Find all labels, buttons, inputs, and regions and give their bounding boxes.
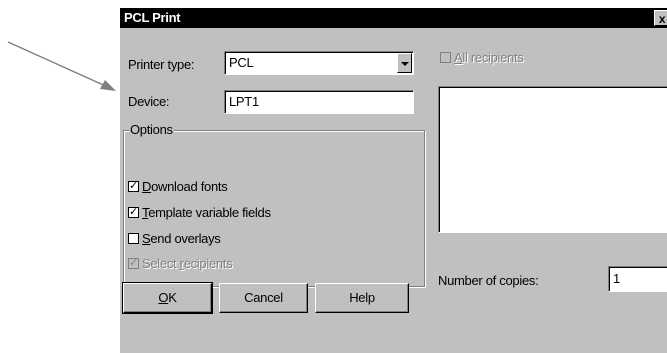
checkbox-box: ✓ xyxy=(128,257,139,269)
printer-type-select[interactable]: PCL xyxy=(224,51,414,75)
all-recipients-label: All recipients xyxy=(454,50,524,65)
copies-value: 1 xyxy=(613,271,620,286)
dialog-title: PCL Print xyxy=(124,10,181,25)
options-title: Options xyxy=(129,122,174,137)
printer-type-label: Printer type: xyxy=(128,57,195,72)
ok-button[interactable]: OK xyxy=(122,282,213,314)
device-value: LPT1 xyxy=(229,94,259,109)
checkbox-box xyxy=(440,52,451,63)
pcl-print-dialog: PCL Print x Printer type: PCL Device: LP… xyxy=(120,8,667,353)
checkbox-box[interactable]: ✓ xyxy=(128,181,139,192)
number-of-copies-input[interactable]: 1 xyxy=(608,266,667,292)
template-fields-label: Template variable fields xyxy=(142,205,271,220)
help-button[interactable]: Help xyxy=(315,283,409,313)
device-label: Device: xyxy=(128,94,170,109)
device-input[interactable]: LPT1 xyxy=(224,90,414,114)
checkbox-box[interactable]: ✓ xyxy=(128,207,139,218)
recipients-listbox[interactable] xyxy=(438,86,667,233)
chevron-down-icon xyxy=(401,62,409,66)
printer-type-value: PCL xyxy=(229,55,254,70)
options-groupbox: Options ✓ Download fonts ✓ Template vari… xyxy=(123,122,425,287)
send-overlays-label: Send overlays xyxy=(142,231,221,246)
number-of-copies-label: Number of copies: xyxy=(438,273,539,288)
title-bar: PCL Print x xyxy=(120,8,667,28)
close-button[interactable]: x xyxy=(654,10,667,26)
select-recipients-label: Select recipients xyxy=(142,256,233,271)
download-fonts-label: Download fonts xyxy=(142,179,228,194)
dropdown-arrow-button[interactable] xyxy=(397,53,412,73)
checkbox-box[interactable] xyxy=(128,233,139,244)
cancel-button[interactable]: Cancel xyxy=(219,283,308,313)
